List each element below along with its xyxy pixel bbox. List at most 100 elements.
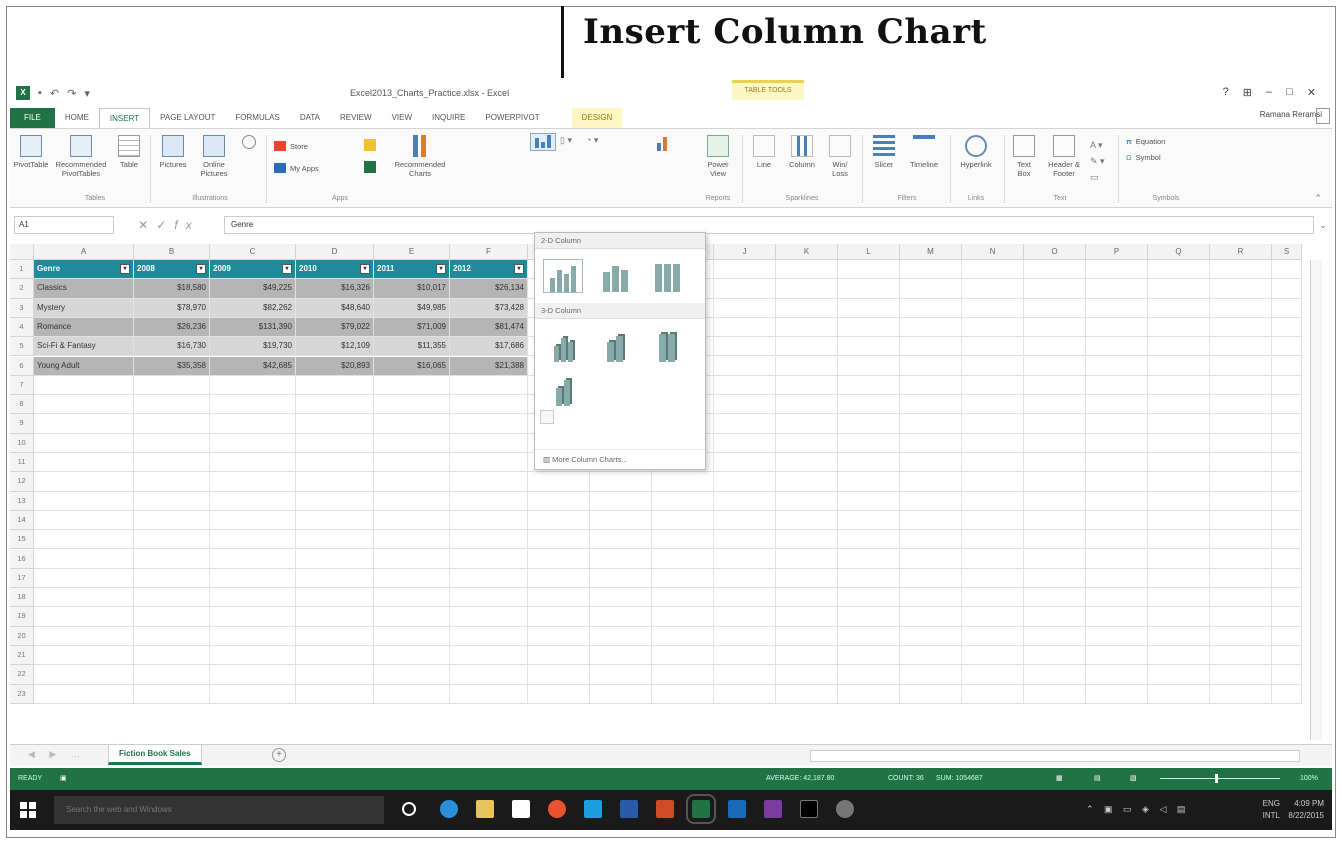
clustered-column-option[interactable] [543,259,583,293]
grid-cell[interactable] [1086,530,1148,550]
grid-cell[interactable] [296,607,374,627]
grid-cell[interactable] [962,260,1024,280]
grid-cell[interactable] [1210,298,1272,318]
grid-cell[interactable] [1210,588,1272,608]
grid-cell[interactable] [714,414,776,434]
tab-powerpivot[interactable]: POWERPIVOT [475,108,549,128]
grid-cell[interactable] [652,568,714,589]
grid-cell[interactable] [296,549,374,569]
grid-cell[interactable] [134,530,210,550]
grid-cell[interactable] [900,568,962,589]
table-cell[interactable]: $18,580 [134,279,210,299]
grid-cell[interactable] [1148,510,1210,531]
grid-cell[interactable] [210,453,296,473]
table-cell[interactable]: $81,474 [450,317,528,338]
powerpoint-icon[interactable] [656,800,674,818]
grid-cell[interactable] [652,646,714,666]
grid-cell[interactable] [962,317,1024,338]
grid-cell[interactable] [838,414,900,434]
grid-cell[interactable] [1024,337,1086,357]
grid-cell[interactable] [374,588,450,608]
grid-cell[interactable] [528,684,590,704]
grid-cell[interactable] [134,588,210,608]
sheet-nav-arrows[interactable]: ◀ ▶ … [28,749,86,760]
grid-cell[interactable] [900,337,962,357]
grid-cell[interactable] [776,607,838,627]
hyperlink-button[interactable]: Hyperlink [956,135,996,169]
row-header[interactable]: 6 [10,356,34,376]
column-header[interactable]: F [450,244,528,260]
grid-cell[interactable] [134,684,210,704]
grid-cell[interactable] [450,549,528,569]
grid-cell[interactable] [962,395,1024,415]
grid-cell[interactable] [590,530,652,550]
table-cell[interactable]: $20,893 [296,356,374,376]
zoom-level[interactable]: 100% [1300,768,1318,790]
grid-cell[interactable] [134,646,210,666]
tab-design[interactable]: DESIGN [571,108,623,128]
grid-cell[interactable] [838,568,900,589]
grid-cell[interactable] [900,665,962,685]
grid-cell[interactable] [714,510,776,531]
grid-cell[interactable] [1148,626,1210,646]
grid-cell[interactable] [1148,568,1210,589]
grid-cell[interactable] [962,626,1024,646]
grid-cell[interactable] [900,684,962,704]
horizontal-scrollbar[interactable] [810,750,1300,762]
grid-cell[interactable] [1086,549,1148,569]
grid-cell[interactable] [134,414,210,434]
taskbar-search-box[interactable]: Search the web and Windows [54,796,384,824]
grid-cell[interactable] [134,607,210,627]
grid-cell[interactable] [1148,607,1210,627]
grid-cell[interactable] [450,684,528,704]
row-header[interactable]: 21 [10,646,34,666]
onenote-icon[interactable] [764,800,782,818]
grid-cell[interactable] [1272,568,1302,589]
my-apps-button[interactable]: My Apps [274,163,344,173]
timeline-button[interactable]: Timeline [904,135,944,169]
grid-cell[interactable] [1272,298,1302,318]
grid-cell[interactable] [776,684,838,704]
grid-cell[interactable] [134,472,210,492]
row-header[interactable]: 17 [10,568,34,589]
grid-cell[interactable] [1024,356,1086,376]
grid-cell[interactable] [714,568,776,589]
grid-cell[interactable] [1086,491,1148,511]
grid-cell[interactable] [34,665,134,685]
grid-cell[interactable] [450,588,528,608]
grid-cell[interactable] [450,453,528,473]
grid-cell[interactable] [776,298,838,318]
close-icon[interactable]: ✕ [1307,86,1316,99]
grid-cell[interactable] [296,433,374,453]
name-box[interactable]: A1 [14,216,114,234]
filter-dropdown-icon[interactable]: ▾ [196,264,206,274]
grid-cell[interactable] [34,549,134,569]
grid-cell[interactable] [210,510,296,531]
help-icon[interactable]: ? [1223,86,1229,99]
grid-cell[interactable] [1024,491,1086,511]
grid-cell[interactable] [776,317,838,338]
grid-cell[interactable] [900,395,962,415]
grid-cell[interactable] [296,491,374,511]
row-header[interactable]: 10 [10,433,34,453]
grid-cell[interactable] [34,646,134,666]
grid-cell[interactable] [210,395,296,415]
undo-icon[interactable]: ↶ [50,87,59,100]
grid-cell[interactable] [838,646,900,666]
grid-cell[interactable] [590,588,652,608]
column-header[interactable]: O [1024,244,1086,260]
grid-cell[interactable] [714,260,776,280]
grid-cell[interactable] [1272,684,1302,704]
grid-cell[interactable] [528,588,590,608]
grid-cell[interactable] [1024,588,1086,608]
skype-icon[interactable] [584,800,602,818]
grid-cell[interactable] [776,375,838,396]
cancel-icon[interactable]: ✕ [138,218,156,232]
grid-cell[interactable] [210,491,296,511]
table-cell[interactable]: Young Adult [34,356,134,376]
grid-cell[interactable] [296,375,374,396]
grid-cell[interactable] [590,549,652,569]
grid-cell[interactable] [1272,549,1302,569]
grid-cell[interactable] [134,510,210,531]
grid-cell[interactable] [1272,453,1302,473]
